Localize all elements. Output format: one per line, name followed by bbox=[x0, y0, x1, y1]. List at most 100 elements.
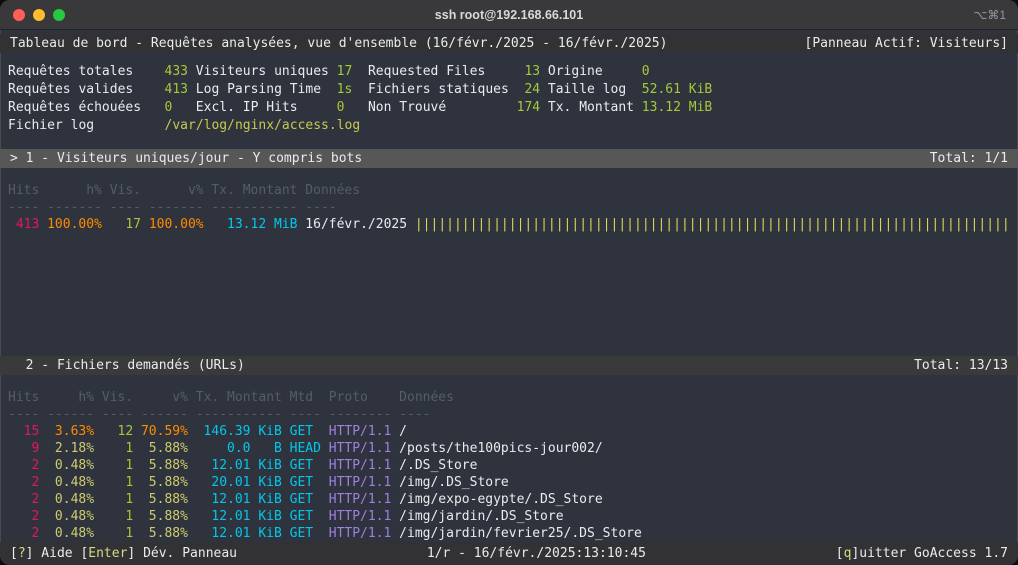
table-column-headers: Hitsh%Vis.v%Tx. MontantDonnées bbox=[8, 182, 1010, 199]
stat-label: Fichiers statiques bbox=[368, 81, 509, 99]
footer-quit-version: [q]uitter GoAccess 1.7 bbox=[836, 542, 1008, 565]
cell-hits_pct: 0.48% bbox=[47, 491, 94, 508]
cell-visitors_pct: 5.88% bbox=[141, 508, 188, 525]
panel-2-table: Hitsh%Vis.v%Tx. MontantMtdProtoDonnées--… bbox=[0, 375, 1018, 542]
stat-value: 17 bbox=[337, 63, 360, 81]
cell-hits: 2 bbox=[8, 474, 39, 491]
traffic-lights bbox=[13, 9, 65, 21]
stats-line: Requêtes totales433Visiteurs uniques17Re… bbox=[8, 63, 1018, 81]
cell-size: 12.01 KiB bbox=[196, 525, 282, 542]
stat-value: 0 bbox=[165, 99, 188, 117]
column-header: v% bbox=[149, 182, 204, 199]
column-header: Hits bbox=[8, 182, 39, 199]
close-button[interactable] bbox=[13, 9, 25, 21]
zoom-button[interactable] bbox=[53, 9, 65, 21]
stat-value: 52.61 KiB bbox=[642, 81, 1018, 99]
cell-method: GET bbox=[290, 491, 321, 508]
goaccess-dashboard[interactable]: Tableau de bord - Requêtes analysées, vu… bbox=[0, 30, 1018, 565]
status-bar: [?] Aide [Enter] Dév. Panneau 1/r - 16/f… bbox=[0, 542, 1018, 565]
cell-hits_pct: 0.48% bbox=[47, 474, 94, 491]
stats-line-logfile: Fichier log/var/log/nginx/access.log bbox=[8, 117, 1018, 135]
footer-position-datetime: 1/r - 16/févr./2025:13:10:45 bbox=[427, 542, 646, 565]
column-header: Tx. Montant bbox=[196, 389, 282, 406]
column-header bbox=[415, 182, 1010, 199]
column-header: Proto bbox=[329, 389, 392, 406]
footer-text: [ bbox=[836, 546, 844, 561]
footer-text: ]uitter GoAccess 1.7 bbox=[851, 546, 1008, 561]
cell-hits_pct: 0.48% bbox=[47, 457, 94, 474]
cell-data: /img/expo-egypte/.DS_Store bbox=[399, 491, 1010, 508]
cell-visitors: 1 bbox=[102, 457, 133, 474]
cell-data: 16/févr./2025 bbox=[305, 216, 407, 233]
stat-value: 24 bbox=[517, 81, 540, 99]
cell-visitors_pct: 70.59% bbox=[141, 423, 188, 440]
column-header: Vis. bbox=[110, 182, 141, 199]
stat-value: 174 bbox=[517, 99, 540, 117]
table-row: 20.48%15.88%20.01 KiBGETHTTP/1.1/img/.DS… bbox=[8, 474, 1010, 491]
terminal-window[interactable]: ssh root@192.168.66.101 ⌥⌘1 Tableau de b… bbox=[0, 0, 1018, 565]
column-header: Données bbox=[305, 182, 407, 199]
header-rule-segment: ---- bbox=[305, 199, 407, 216]
cell-hits_pct: 2.18% bbox=[47, 440, 94, 457]
table-header-rule: ------------------------------------- bbox=[8, 199, 1010, 216]
cell-data: /img/jardin/.DS_Store bbox=[399, 508, 1010, 525]
stats-line: Requêtes échouées0Excl. IP Hits0Non Trou… bbox=[8, 99, 1018, 117]
cell-size: 12.01 KiB bbox=[196, 508, 282, 525]
stat-value: 1s bbox=[337, 81, 360, 99]
cell-hits_pct: 0.48% bbox=[47, 525, 94, 542]
footer-text: ] Dév. Panneau bbox=[127, 546, 237, 561]
cell-data: /img/jardin/fevrier25/.DS_Store bbox=[399, 525, 1010, 542]
panel-1-header[interactable]: > 1 - Visiteurs uniques/jour - Y compris… bbox=[0, 149, 1018, 168]
stat-label: Requested Files bbox=[368, 63, 509, 81]
panel-2-title: 2 - Fichiers demandés (URLs) bbox=[10, 356, 245, 375]
header-rule-segment bbox=[415, 199, 1010, 216]
stat-label: Requêtes totales bbox=[8, 63, 157, 81]
cell-visitors_pct: 100.00% bbox=[149, 216, 204, 233]
cell-size: 13.12 MiB bbox=[211, 216, 297, 233]
cell-hits: 413 bbox=[8, 216, 39, 233]
cell-method: HEAD bbox=[290, 440, 321, 457]
stat-value: 413 bbox=[165, 81, 188, 99]
cell-visitors_pct: 5.88% bbox=[141, 457, 188, 474]
cell-data: / bbox=[399, 423, 1010, 440]
cell-hits_pct: 100.00% bbox=[47, 216, 102, 233]
cell-method: GET bbox=[290, 474, 321, 491]
cell-method: GET bbox=[290, 457, 321, 474]
panel-1-total: Total: 1/1 bbox=[930, 149, 1008, 168]
dashboard-title: Tableau de bord - Requêtes analysées, vu… bbox=[10, 34, 667, 53]
cell-visitors_pct: 5.88% bbox=[141, 491, 188, 508]
cell-method: GET bbox=[290, 508, 321, 525]
table-row: 20.48%15.88%12.01 KiBGETHTTP/1.1/.DS_Sto… bbox=[8, 457, 1010, 474]
header-rule-segment: ------ bbox=[47, 406, 94, 423]
window-title: ssh root@192.168.66.101 bbox=[0, 8, 1018, 22]
header-rule-segment: ---- bbox=[102, 406, 133, 423]
header-rule-segment: ----------- bbox=[196, 406, 282, 423]
cell-size: 12.01 KiB bbox=[196, 491, 282, 508]
table-column-headers: Hitsh%Vis.v%Tx. MontantMtdProtoDonnées bbox=[8, 389, 1010, 406]
table-spacer bbox=[8, 168, 1010, 182]
empty-area bbox=[0, 233, 1018, 356]
stat-label: Excl. IP Hits bbox=[196, 99, 329, 117]
header-rule-segment: ---- bbox=[399, 406, 1010, 423]
titlebar[interactable]: ssh root@192.168.66.101 ⌥⌘1 bbox=[0, 0, 1018, 30]
column-header: h% bbox=[47, 389, 94, 406]
overall-statistics: Requêtes totales433Visiteurs uniques17Re… bbox=[0, 53, 1018, 135]
panel-2-header[interactable]: 2 - Fichiers demandés (URLs) Total: 13/1… bbox=[0, 356, 1018, 375]
cell-visitors_pct: 5.88% bbox=[141, 474, 188, 491]
hotkey: Enter bbox=[88, 546, 127, 561]
window-shortcut-badge: ⌥⌘1 bbox=[973, 8, 1006, 22]
minimize-button[interactable] bbox=[33, 9, 45, 21]
table-row: 20.48%15.88%12.01 KiBGETHTTP/1.1/img/jar… bbox=[8, 525, 1010, 542]
cell-proto: HTTP/1.1 bbox=[329, 423, 392, 440]
cell-hits: 2 bbox=[8, 525, 39, 542]
stat-value: 13.12 MiB bbox=[642, 99, 1018, 117]
column-header: Tx. Montant bbox=[211, 182, 297, 199]
column-header: v% bbox=[141, 389, 188, 406]
column-header: Vis. bbox=[102, 389, 133, 406]
stat-label: Taille log bbox=[548, 81, 634, 99]
stat-value: 0 bbox=[642, 63, 1018, 81]
cell-visitors: 17 bbox=[110, 216, 141, 233]
stat-label: Non Trouvé bbox=[368, 99, 509, 117]
header-rule-segment: -------- bbox=[329, 406, 392, 423]
cell-proto: HTTP/1.1 bbox=[329, 457, 392, 474]
